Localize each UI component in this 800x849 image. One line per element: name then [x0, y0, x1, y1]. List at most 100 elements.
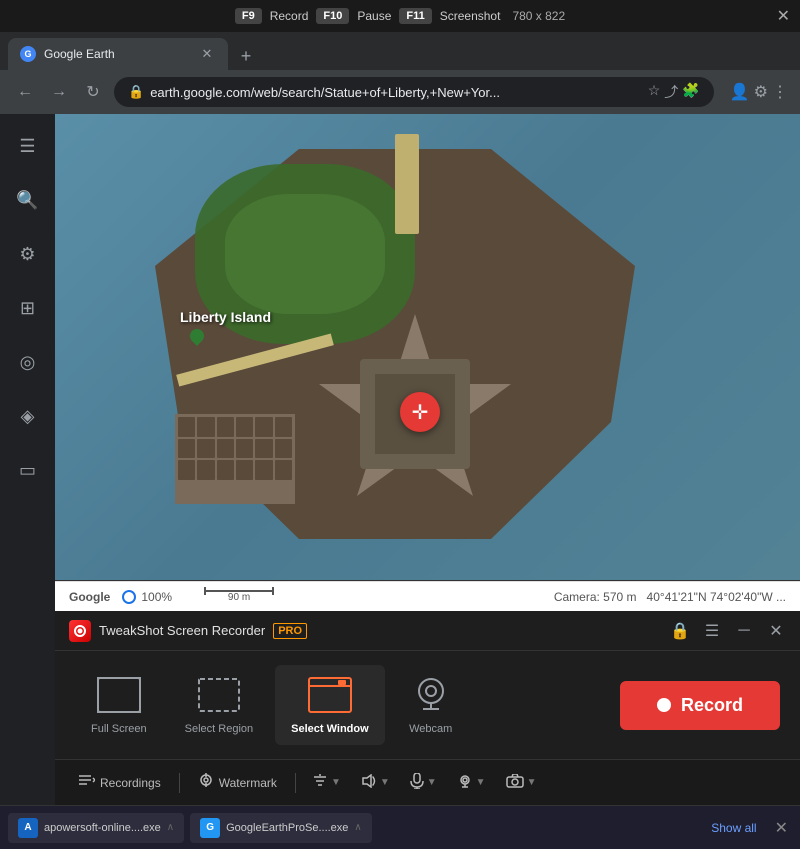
forward-button[interactable]: →	[46, 79, 72, 105]
fullscreen-icon	[95, 675, 143, 715]
taskbar-icon-1: G	[200, 818, 220, 838]
recorder-main: Full Screen Select Region	[55, 651, 800, 759]
zoom-circle	[122, 590, 136, 604]
recordings-button[interactable]: Recordings	[69, 767, 171, 798]
effects-dropdown-arrow: ▼	[331, 777, 341, 788]
audio-icon	[361, 774, 377, 791]
status-scale: 90 m	[204, 590, 274, 603]
scale-bar: 90 m	[204, 590, 274, 603]
mic-dropdown[interactable]: ▼	[402, 767, 445, 798]
recorder-toolbar: Recordings Watermark	[55, 759, 800, 805]
select-window-mode[interactable]: Select Window	[275, 665, 385, 745]
status-brand: Google	[69, 590, 110, 604]
google-earth-sidebar: ☰ 🔍 ⚙ ⊞ ◎ ◈ ▭	[0, 114, 55, 805]
taskbar-chevron-1: ∧	[354, 822, 361, 833]
select-region-label: Select Region	[185, 723, 254, 735]
recorder-titlebar: TweakShot Screen Recorder PRO 🔒 ☰ ─ ✕	[55, 611, 800, 651]
tab-title: Google Earth	[44, 47, 190, 61]
refresh-button[interactable]: ↻	[80, 79, 106, 105]
chrome-menu-icon[interactable]: ⋮	[772, 82, 788, 102]
select-region-icon	[195, 675, 243, 715]
record-button[interactable]: Record	[620, 681, 780, 730]
select-window-label: Select Window	[291, 723, 369, 735]
watermark-button[interactable]: Watermark	[188, 767, 287, 798]
recordings-label: Recordings	[100, 776, 161, 790]
recorder-logo	[69, 620, 91, 642]
ruler-icon[interactable]: ▭	[10, 452, 46, 488]
record-button-label: Record	[681, 695, 743, 716]
browser-viewport: ☰ 🔍 ⚙ ⊞ ◎ ◈ ▭	[0, 114, 800, 805]
webcam-mode[interactable]: Webcam	[391, 665, 471, 745]
extensions-menu-icon[interactable]: ⚙	[754, 82, 768, 102]
share-icon[interactable]: ⤴	[664, 82, 678, 102]
status-camera: Camera: 570 m 40°41'21"N 74°02'40"W ...	[554, 590, 786, 604]
minimize-titlebar-icon[interactable]: ─	[734, 621, 754, 641]
bookmark-icon[interactable]: ☆	[648, 82, 661, 102]
recorder-app-name: TweakShot Screen Recorder	[99, 623, 265, 638]
dimensions-label: 780 x 822	[512, 9, 565, 23]
top-record-bar: F9 Record F10 Pause F11 Screenshot 780 x…	[0, 0, 800, 32]
f11-key: F11	[399, 8, 431, 24]
menu-titlebar-icon[interactable]: ☰	[702, 621, 722, 641]
taskbar-label-0: apowersoft-online....exe	[44, 822, 161, 834]
camera-dropdown[interactable]: ▼	[498, 768, 545, 797]
camera-icon	[506, 774, 524, 791]
mic-icon	[410, 773, 424, 792]
watermark-label: Watermark	[219, 776, 277, 790]
toolbar-sep-1	[179, 773, 180, 793]
back-button[interactable]: ←	[12, 79, 38, 105]
close-topbar-icon[interactable]: ✕	[777, 6, 790, 26]
record-dot	[657, 698, 671, 712]
taskbar-item-1[interactable]: G GoogleEarthProSe....exe ∧	[190, 813, 372, 843]
effects-dropdown[interactable]: ▼	[304, 768, 349, 797]
tab-close-button[interactable]: ✕	[198, 45, 216, 63]
address-bar: ← → ↻ 🔒 earth.google.com/web/search/Stat…	[0, 70, 800, 114]
mic-dropdown-arrow: ▼	[427, 777, 437, 788]
status-zoom: 100%	[122, 590, 172, 604]
tab-bar: G Google Earth ✕ +	[0, 32, 800, 70]
taskbar-close-icon[interactable]: ✕	[771, 814, 792, 842]
close-titlebar-icon[interactable]: ✕	[766, 621, 786, 641]
globe-icon[interactable]: ◈	[10, 398, 46, 434]
select-region-mode[interactable]: Select Region	[169, 665, 270, 745]
webcam-toolbar-dropdown[interactable]: ▼	[449, 768, 494, 797]
webcam-label: Webcam	[409, 723, 452, 735]
scale-line	[204, 590, 274, 592]
search-icon[interactable]: 🔍	[10, 182, 46, 218]
extensions-icon[interactable]: 🧩	[682, 82, 699, 102]
lock-icon: 🔒	[128, 84, 144, 100]
recordings-icon	[79, 773, 95, 792]
liberty-island: ✛ Liberty Island	[95, 134, 755, 584]
titlebar-icons: 🔒 ☰ ─ ✕	[670, 621, 786, 641]
lock-titlebar-icon[interactable]: 🔒	[670, 621, 690, 641]
taskbar-chevron-0: ∧	[167, 822, 174, 833]
taskbar: A apowersoft-online....exe ∧ G GoogleEar…	[0, 805, 800, 849]
menu-icon[interactable]: ☰	[10, 128, 46, 164]
show-all-button[interactable]: Show all	[703, 817, 764, 839]
camera-dropdown-arrow: ▼	[527, 777, 537, 788]
taskbar-label-1: GoogleEarthProSe....exe	[226, 822, 348, 834]
fullscreen-label: Full Screen	[91, 723, 147, 735]
fullscreen-mode[interactable]: Full Screen	[75, 665, 163, 745]
liberty-island-label: Liberty Island	[180, 309, 271, 325]
active-tab[interactable]: G Google Earth ✕	[8, 38, 228, 70]
pier	[395, 134, 419, 234]
new-tab-button[interactable]: +	[232, 42, 260, 70]
taskbar-item-0[interactable]: A apowersoft-online....exe ∧	[8, 813, 184, 843]
pause-label: Pause	[357, 9, 391, 23]
recorder-panel: Google 100% 90 m Camera: 570 m 40°41'21	[55, 580, 800, 805]
zoom-level: 100%	[141, 590, 172, 604]
move-cursor: ✛	[400, 392, 440, 432]
audio-dropdown-arrow: ▼	[380, 777, 390, 788]
location-icon[interactable]: ◎	[10, 344, 46, 380]
profile-icon[interactable]: 👤	[730, 82, 750, 102]
webcam-toolbar-icon	[457, 774, 473, 791]
audio-dropdown[interactable]: ▼	[353, 768, 398, 797]
layers-icon[interactable]: ⊞	[10, 290, 46, 326]
scale-label: 90 m	[228, 592, 250, 603]
settings-icon[interactable]: ⚙	[10, 236, 46, 272]
f10-key: F10	[316, 8, 349, 24]
url-bar[interactable]: 🔒 earth.google.com/web/search/Statue+of+…	[114, 77, 714, 107]
taskbar-icon-0: A	[18, 818, 38, 838]
effects-icon	[312, 774, 328, 791]
